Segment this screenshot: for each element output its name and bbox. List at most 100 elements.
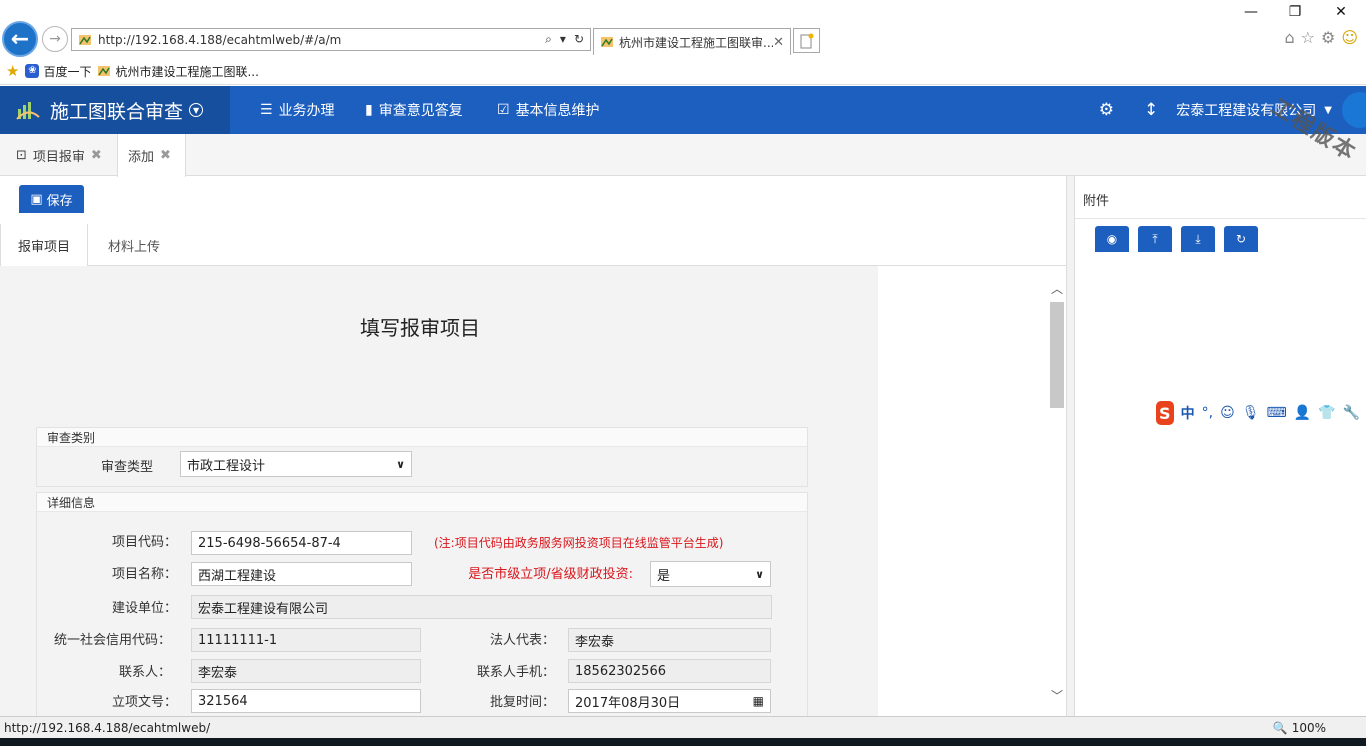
download-icon: ⤓ <box>1195 231 1201 246</box>
calendar-icon[interactable]: ▦ <box>753 694 764 708</box>
fieldset-legend: 详细信息 <box>37 493 807 512</box>
upload-box-icon: ⊡ <box>16 147 27 163</box>
page-tabs: ⊡ 项目报审 ✖ 添加 ✖ <box>0 134 1366 177</box>
settings-gear-icon[interactable]: ⚙ <box>1321 28 1335 47</box>
skin-shirt-icon[interactable]: 👕 <box>1318 405 1335 421</box>
zoom-level[interactable]: 100% <box>1292 721 1366 735</box>
chevron-down-icon[interactable]: ▼ <box>189 103 204 117</box>
keyboard-icon[interactable]: ⌨ <box>1266 405 1286 421</box>
approval-no-input[interactable]: 321564 <box>191 689 421 713</box>
attachment-title: 附件 <box>1083 194 1110 209</box>
address-bar[interactable]: http://192.168.4.188/ecahtmlweb/#/a/m ⌕ … <box>71 28 591 51</box>
attachment-panel: 附件 ◉ ⤒ ⤓ ↻ <box>1066 176 1366 716</box>
site-icon <box>601 37 613 47</box>
new-tab-button[interactable] <box>793 28 820 53</box>
page-title: 填写报审项目 <box>360 316 480 340</box>
tab-report-project[interactable]: 报审项目 <box>0 224 88 267</box>
emoji-icon[interactable]: ☺ <box>1220 405 1235 421</box>
home-icon[interactable]: ⌂ <box>1284 28 1294 47</box>
favorite-label: 百度一下 <box>43 64 92 79</box>
ime-toolbar[interactable]: S 中 °, ☺ 🎙 ⌨ 👤 👕 🔧 <box>1152 398 1360 428</box>
project-name-input[interactable]: 西湖工程建设 <box>191 562 412 586</box>
os-taskbar <box>0 738 1366 746</box>
close-icon[interactable]: ✖ <box>160 148 171 163</box>
review-type-select[interactable]: 市政工程设计 ∨ <box>180 451 412 477</box>
avatar[interactable] <box>1342 92 1366 128</box>
microphone-icon[interactable]: 🎙 <box>1242 405 1260 421</box>
refresh-button[interactable]: ↻ <box>1224 226 1258 252</box>
tab-material-upload[interactable]: 材料上传 <box>90 224 178 266</box>
wrench-icon[interactable]: 🔧 <box>1343 405 1360 421</box>
status-url: http://192.168.4.188/ecahtmlweb/ <box>4 720 211 735</box>
arrow-left-icon: ← <box>10 26 30 52</box>
ime-mode[interactable]: 中 <box>1181 403 1195 423</box>
city-invest-select[interactable]: 是 ∨ <box>650 561 771 587</box>
approval-date-label: 批复时间： <box>489 695 555 710</box>
contact-input: 李宏泰 <box>191 659 421 683</box>
tab-title: 杭州市建设工程施工图联审... <box>619 35 774 50</box>
browser-status-bar: http://192.168.4.188/ecahtmlweb/ 🔍 100% <box>0 716 1366 738</box>
upload-button[interactable]: ⤒ <box>1138 226 1172 252</box>
tab-project-review[interactable]: ⊡ 项目报审 ✖ <box>6 134 112 176</box>
refresh-icon[interactable]: ↻ <box>574 32 584 47</box>
preview-button[interactable]: ◉ <box>1095 226 1129 252</box>
download-button[interactable]: ⤓ <box>1181 226 1215 252</box>
maximize-button[interactable]: ❐ <box>1280 4 1310 24</box>
city-invest-value: 是 <box>657 568 671 584</box>
url-text[interactable]: http://192.168.4.188/ecahtmlweb/#/a/m <box>98 33 545 47</box>
scrollbar-thumb[interactable] <box>1050 302 1064 408</box>
approval-date-value: 2017年08月30日 <box>575 695 681 711</box>
nav-business[interactable]: ☰ 业务办理 <box>260 86 335 134</box>
close-icon[interactable]: ✖ <box>91 148 102 163</box>
close-window-button[interactable]: ✕ <box>1326 4 1356 24</box>
browser-tab[interactable]: 杭州市建设工程施工图联审... ✕ <box>593 28 791 55</box>
user-icon[interactable]: 👤 <box>1294 405 1311 421</box>
save-button[interactable]: ▣ 保存 <box>19 185 84 213</box>
app-title: 施工图联合审查 <box>50 100 184 123</box>
forward-button[interactable]: → <box>42 26 68 52</box>
fieldset-legend: 审查类别 <box>37 428 807 447</box>
browser-chrome: — ❐ ✕ ← → http://192.168.4.188/ecahtmlwe… <box>0 0 1366 85</box>
form-margin <box>878 266 1048 716</box>
search-icon[interactable]: ⌕ <box>545 32 552 47</box>
app-brand[interactable]: 施工图联合审查 ▼ <box>0 86 230 134</box>
tab-add[interactable]: 添加 ✖ <box>117 134 186 177</box>
favorites-bar: ★ ❀ 百度一下 杭州市建设工程施工图联... <box>0 58 1366 84</box>
arrow-right-icon: → <box>49 31 61 47</box>
form-tabs: 报审项目 材料上传 <box>0 224 1066 267</box>
fieldset-detail: 详细信息 项目代码： 215-6498-56654-87-4 (注:项目代码由政… <box>36 492 808 716</box>
nav-label: 业务办理 <box>278 103 335 119</box>
tab-label: 添加 <box>128 150 155 165</box>
project-code-input[interactable]: 215-6498-56654-87-4 <box>191 531 412 555</box>
punctuation-icon[interactable]: °, <box>1202 405 1213 421</box>
builder-input: 宏泰工程建设有限公司 <box>191 595 772 619</box>
city-invest-label: 是否市级立项/省级财政投资: <box>468 567 633 582</box>
baidu-paw-icon: ❀ <box>25 64 40 78</box>
up-down-arrow-icon[interactable]: ↕ <box>1144 100 1158 120</box>
minimize-button[interactable]: — <box>1236 4 1266 24</box>
back-button[interactable]: ← <box>2 21 38 57</box>
nav-review-reply[interactable]: ▮ 审查意见答复 <box>365 86 463 134</box>
smiley-feedback-icon[interactable]: ☺ <box>1341 28 1358 47</box>
scroll-down-icon[interactable]: ﹀ <box>1051 687 1063 704</box>
favorite-baidu[interactable]: ❀ 百度一下 <box>25 63 91 80</box>
list-icon: ☰ <box>260 102 273 118</box>
new-tab-icon <box>800 33 813 48</box>
dropdown-icon[interactable]: ▾ <box>560 32 566 47</box>
credit-code-input: 11111111-1 <box>191 628 421 652</box>
nav-basic-info[interactable]: ☑ 基本信息维护 <box>497 86 600 134</box>
tab-label: 项目报审 <box>32 149 85 165</box>
add-favorite-icon[interactable]: ★ <box>6 62 19 80</box>
main-content: ▣ 保存 报审项目 材料上传 填写报审项目 审查类别 审查类型 市政工程设计 ∨… <box>0 176 1066 716</box>
favorite-hangzhou[interactable]: 杭州市建设工程施工图联... <box>97 63 259 80</box>
scroll-up-icon[interactable]: ︿ <box>1051 280 1063 297</box>
caret-down-icon: ▼ <box>1324 104 1332 116</box>
close-tab-icon[interactable]: ✕ <box>773 35 784 50</box>
approval-date-picker[interactable]: 2017年08月30日 ▦ <box>568 689 771 713</box>
nav-label: 审查意见答复 <box>378 103 463 119</box>
gear-icon[interactable]: ⚙ <box>1099 100 1114 120</box>
vertical-scrollbar[interactable]: ︿ ﹀ <box>1048 266 1066 716</box>
favorites-star-icon[interactable]: ☆ <box>1301 28 1315 47</box>
panel-splitter[interactable] <box>1067 176 1075 716</box>
form-scroll-area[interactable]: 填写报审项目 审查类别 审查类型 市政工程设计 ∨ 详细信息 项目代码： 215… <box>0 266 1048 716</box>
